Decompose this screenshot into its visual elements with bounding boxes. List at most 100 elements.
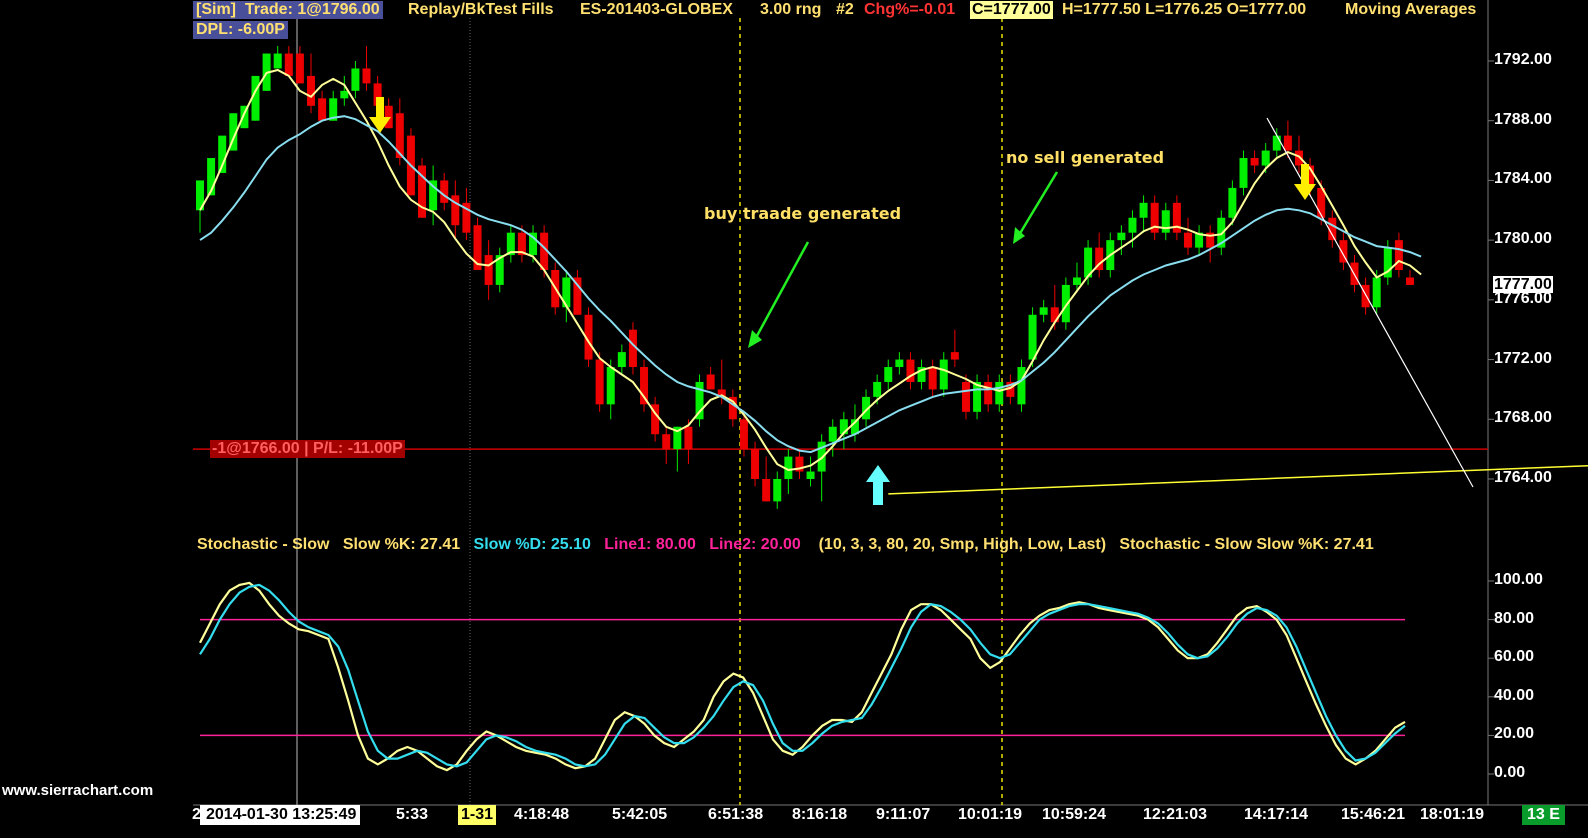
stochastic-header: Stochastic - Slow Slow %K: 27.41 Slow %D…: [197, 535, 1487, 555]
trade-label: Trade: 1@1796.00: [244, 1, 380, 18]
candle-body: [984, 381, 993, 405]
candle-body: [1283, 135, 1292, 151]
candle-body: [961, 381, 970, 412]
slow-ma-line: [199, 115, 1422, 454]
candle-body: [939, 359, 948, 390]
stoch-line2-value: Line2: 20.00: [709, 536, 801, 553]
fast-ma-line: [199, 68, 1422, 472]
stoch-k-value: Slow %K: 27.41: [342, 536, 461, 553]
candle-body: [362, 68, 371, 84]
time-tick-label: 6:51:38: [708, 806, 764, 823]
corner-badge[interactable]: 13 E: [1522, 805, 1565, 825]
time-tick-label: 15:46:21: [1341, 806, 1406, 823]
stoch-k-line: [199, 581, 1406, 772]
price-tick-label: 1768.00: [1494, 409, 1552, 427]
candle-body: [440, 180, 449, 203]
sim-trade-badge: [Sim] Trade: 1@1796.00: [193, 1, 383, 19]
candle-body: [1361, 284, 1370, 308]
buy-pointer-line: [750, 241, 810, 346]
candle-body: [340, 90, 349, 99]
chart-canvas[interactable]: [0, 0, 1588, 838]
candle-body: [1250, 158, 1259, 166]
candle-body: [1050, 307, 1059, 323]
stoch-d-value: Slow %D: 25.10: [473, 536, 591, 553]
price-tick-label: 1772.00: [1494, 349, 1552, 367]
candle-body: [762, 479, 771, 502]
candle-body: [684, 426, 693, 450]
replay-mode-label: Replay/BkTest Fills: [408, 1, 554, 18]
time-tick-label: 5:42:05: [612, 806, 668, 823]
candle-body: [1028, 314, 1037, 360]
time-tick-label: 12:21:03: [1143, 806, 1208, 823]
candle-body: [751, 449, 760, 479]
candle-body: [1072, 277, 1081, 285]
time-tick-label: 9:11:07: [876, 806, 931, 823]
date-box: 2014-01-30 13:25:49: [200, 805, 361, 825]
candle-body: [273, 53, 282, 69]
stoch-params: (10, 3, 3, 80, 20, Smp, High, Low, Last): [818, 536, 1107, 553]
candle-body: [806, 471, 815, 479]
candle-body: [1017, 367, 1026, 405]
price-tick-label: 1788.00: [1494, 110, 1552, 128]
candle-body: [884, 367, 893, 382]
sim-label: [Sim]: [196, 1, 236, 18]
symbol-label: ES-201403-GLOBEX: [580, 1, 733, 18]
candle-body: [1139, 202, 1148, 218]
dpl-badge: DPL: -6.00P: [193, 21, 288, 39]
price-tick-label: 1764.00: [1494, 469, 1552, 486]
time-tick-label: 10:01:19: [958, 806, 1023, 823]
buy-arrow-icon: [866, 465, 890, 505]
candle-body: [1239, 158, 1248, 188]
time-tick-label: 14:17:14: [1244, 806, 1309, 823]
candle-body: [706, 374, 715, 390]
stoch-name: Stochastic - Slow: [197, 536, 330, 553]
time-tick-first: 5:33: [396, 806, 429, 823]
range-label: 3.00 rng: [760, 1, 822, 18]
candle-body: [995, 381, 1004, 405]
position-pl-label: -1@1766.00 | P/L: -11.00P: [210, 440, 405, 458]
downtrend-line: [1266, 117, 1474, 488]
stoch-tick-label: 20.00: [1494, 725, 1535, 743]
candle-body: [1161, 210, 1170, 233]
hlo-label: H=1777.50 L=1776.25 O=1777.00: [1062, 1, 1307, 18]
candle-body: [739, 419, 748, 450]
candle-body: [295, 53, 304, 84]
candle-body: [1128, 217, 1137, 233]
candle-body: [484, 255, 493, 285]
candle-body: [617, 352, 626, 368]
buy-annotation: buy traade generated: [704, 204, 902, 223]
price-tick-label: 1784.00: [1494, 170, 1552, 188]
time-tick-label: 8:16:18: [792, 806, 848, 823]
candle-body: [1406, 277, 1414, 285]
price-tick-label: 1792.00: [1494, 51, 1552, 68]
candle-body: [895, 359, 904, 368]
candle-body: [307, 75, 316, 106]
candle-body: [928, 367, 937, 390]
stoch-repeat: Stochastic - Slow Slow %K: 27.41: [1119, 536, 1374, 553]
price-tick-label: 1780.00: [1494, 230, 1552, 248]
candle-body: [828, 426, 837, 442]
price-tick-label: 1776.00: [1494, 289, 1552, 307]
close-price-label: C=1777.00: [970, 1, 1053, 19]
chart-window: [Sim] Trade: 1@1796.00 Replay/BkTest Fil…: [0, 0, 1588, 838]
candle-body: [950, 352, 959, 360]
candle-body: [318, 98, 327, 121]
candle-body: [1039, 307, 1048, 315]
candle-body: [1261, 150, 1270, 166]
candle-body: [640, 367, 649, 405]
chart-number-label: #2: [836, 1, 854, 18]
candle-body: [384, 105, 393, 129]
stoch-tick-label: 60.00: [1494, 648, 1535, 666]
candle-body: [284, 53, 293, 76]
candle-body: [773, 479, 782, 502]
time-tick-label: 4:18:48: [514, 806, 570, 823]
candle-body: [1394, 240, 1403, 270]
time-tick-label: 18:01:19: [1420, 806, 1485, 823]
stoch-tick-label: 100.00: [1494, 571, 1543, 588]
date-box-2: 1-31: [458, 805, 497, 825]
website-label[interactable]: www.sierrachart.com: [2, 782, 153, 799]
stoch-d-line: [199, 583, 1406, 768]
candle-body: [606, 367, 615, 405]
no-sell-annotation: no sell generated: [1006, 148, 1165, 167]
change-percent-label: Chg%=-0.01: [864, 1, 956, 18]
